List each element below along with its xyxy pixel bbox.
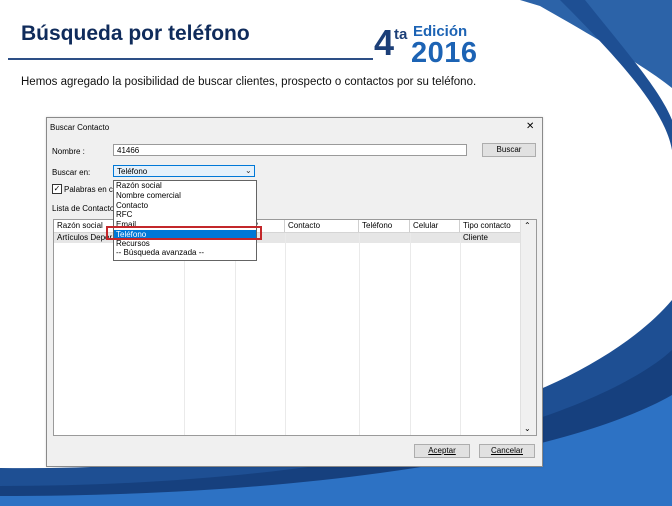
cancel-button-label: Cancelar [490,446,523,455]
close-icon[interactable]: ✕ [526,121,534,132]
dropdown-option[interactable]: Razón social [116,181,162,191]
dropdown-option[interactable]: Nombre comercial [116,191,181,201]
grid-line [359,233,360,435]
name-label: Nombre : [52,147,85,156]
search-in-value: Teléfono [117,167,148,176]
col-contacto[interactable]: Contacto [285,220,359,232]
chevron-down-icon[interactable]: ⌄ [245,166,252,175]
edition-number: 4 [374,22,395,63]
edition-year: 2016 [411,37,478,69]
slide-title: Búsqueda por teléfono [21,22,250,45]
cell-tipo-contacto: Cliente [463,233,488,242]
scroll-up-icon[interactable]: ⌃ [524,221,531,230]
dropdown-option[interactable]: -- Búsqueda avanzada -- [116,248,204,258]
contact-list-label: Lista de Contacto [52,204,115,213]
grid-line [235,233,236,435]
grid-line [460,233,461,435]
scroll-down-icon[interactable]: ⌄ [524,424,531,433]
vertical-scrollbar[interactable]: ⌃ ⌄ [520,220,536,435]
dropdown-option[interactable]: RFC [116,210,132,220]
slide-subtitle: Hemos agregado la posibilidad de buscar … [21,76,477,88]
search-in-label: Buscar en: [52,168,91,177]
dialog-title: Buscar Contacto [50,123,110,132]
whole-words-label: Palabras en c [64,185,113,194]
search-in-select[interactable]: Teléfono [113,165,255,177]
search-contact-dialog: Buscar Contacto ✕ Nombre : 41466 Buscar … [46,117,543,467]
accept-button[interactable]: Aceptar [414,444,470,458]
col-celular[interactable]: Celular [410,220,460,232]
search-in-dropdown-list[interactable]: Razón social Nombre comercial Contacto R… [113,180,257,261]
name-input[interactable]: 41466 [113,144,467,156]
col-tipo-contacto[interactable]: Tipo contacto [460,220,520,232]
accept-button-label: Aceptar [428,446,456,455]
grid-line [285,233,286,435]
highlight-callout-box [106,226,262,240]
grid-line [184,233,185,435]
col-telefono[interactable]: Teléfono [359,220,410,232]
grid-line [410,233,411,435]
title-rule [8,58,373,60]
search-button[interactable]: Buscar [482,143,536,157]
whole-words-checkbox[interactable]: ✓ [52,184,62,194]
edition-superscript: ta [394,26,408,43]
cancel-button[interactable]: Cancelar [479,444,535,458]
checkbox-check-icon: ✓ [53,184,61,193]
